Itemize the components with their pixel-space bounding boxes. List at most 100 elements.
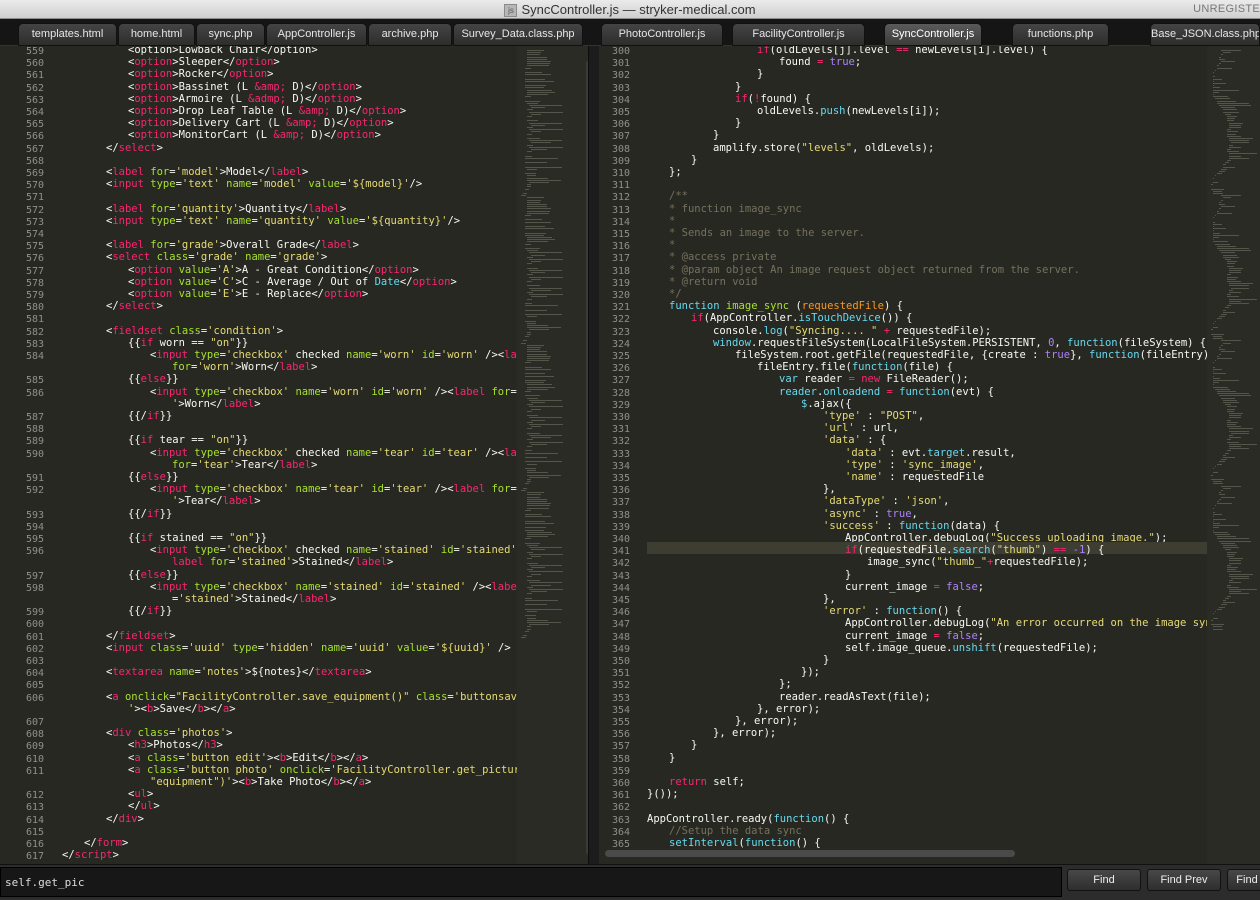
code-line[interactable]: <div class='photos'> (62, 727, 232, 739)
code-line[interactable]: } (647, 68, 763, 80)
code-line[interactable]: </fieldset> (62, 630, 176, 642)
code-line[interactable]: 'type' : "POST", (647, 410, 924, 422)
right-horizontal-scrollbar[interactable] (605, 850, 1015, 857)
right-editor-pane[interactable]: 300 301 302 303 304 305 306 307 308 309 310 311 312 3… (599, 46, 1260, 864)
code-line[interactable]: 'error' : function() { (647, 605, 962, 617)
code-line[interactable]: </select> (62, 142, 163, 154)
code-line[interactable]: <input type='text' name='model' value='$… (62, 178, 422, 190)
code-line[interactable]: <input type='checkbox' checked name='wor… (62, 349, 536, 361)
tab-home-html[interactable]: home.html (118, 23, 195, 46)
code-line[interactable]: //Setup the data sync (647, 825, 802, 837)
code-line[interactable]: <label for='quantity'>Quantity</label> (62, 203, 346, 215)
code-line[interactable]: <option>Lowback Chair</option> (62, 46, 318, 56)
code-line[interactable]: oldLevels.push(newLevels[i]); (647, 105, 940, 117)
tab-functions-php[interactable]: functions.php (1012, 23, 1109, 46)
code-line[interactable]: found = true; (647, 56, 861, 68)
code-line[interactable]: }, error); (647, 703, 820, 715)
code-line[interactable]: </form> (62, 837, 128, 849)
code-line[interactable]: for='worn'>Worn</label> (62, 361, 317, 373)
code-line[interactable]: } (647, 129, 719, 141)
code-line[interactable]: fileSystem.root.getFile(requestedFile, {… (647, 349, 1222, 361)
tab-base-json-class-php[interactable]: Base_JSON.class.php (1150, 23, 1260, 46)
code-line[interactable]: <a class='button photo' onclick='Facilit… (62, 764, 533, 776)
code-line[interactable]: } (647, 81, 741, 93)
code-line[interactable]: fileEntry.file(function(file) { (647, 361, 953, 373)
tab-survey-data-class-php[interactable]: Survey_Data.class.php (453, 23, 583, 46)
code-line[interactable]: {{if worn == "on"}} (62, 337, 248, 349)
code-line[interactable]: 'dataType' : 'json', (647, 495, 949, 507)
code-line[interactable]: } (647, 654, 829, 666)
code-line[interactable]: amplify.store("levels", oldLevels); (647, 142, 934, 154)
code-line[interactable]: <input type='checkbox' name='worn' id='w… (62, 386, 548, 398)
code-line[interactable]: /** (647, 190, 688, 202)
find-button[interactable]: Find (1067, 869, 1141, 891)
code-line[interactable]: window.requestFileSystem(LocalFileSystem… (647, 337, 1206, 349)
code-line[interactable]: image_sync("thumb_"+requestedFile); (647, 556, 1088, 568)
code-line[interactable]: var reader = new FileReader(); (647, 373, 969, 385)
code-line[interactable]: 'data' : { (647, 434, 886, 446)
pane-divider[interactable] (588, 46, 599, 864)
code-line[interactable]: } (647, 154, 697, 166)
tab-templates-html[interactable]: templates.html (18, 23, 117, 46)
code-line[interactable]: * @param object An image request object … (647, 264, 1080, 276)
code-line[interactable]: current_image = false; (647, 581, 984, 593)
code-line[interactable]: } (647, 739, 697, 751)
find-prev-button[interactable]: Find Prev (1147, 869, 1221, 891)
find-input[interactable] (0, 867, 1062, 897)
code-line[interactable]: {{else}} (62, 373, 179, 385)
code-line[interactable]: <select class='grade' name='grade'> (62, 251, 327, 263)
code-line[interactable]: <fieldset class='condition'> (62, 325, 283, 337)
code-line[interactable]: <input type='checkbox' name='tear' id='t… (62, 483, 548, 495)
code-line[interactable]: '>Worn</label> (62, 398, 261, 410)
code-line[interactable]: reader.readAsText(file); (647, 691, 931, 703)
left-minimap[interactable] (517, 46, 588, 864)
find-all-button[interactable]: Find (1227, 869, 1260, 891)
code-line[interactable]: {{if stained == "on"}} (62, 532, 267, 544)
code-line[interactable]: <input type='checkbox' name='stained' id… (62, 581, 548, 593)
left-editor-pane[interactable]: 559 560 561 562 563 564 565 566 567 568 569 570 571 5… (0, 46, 588, 864)
code-line[interactable]: } (647, 117, 741, 129)
code-line[interactable]: 'async' : true, (647, 508, 918, 520)
tab-archive-php[interactable]: archive.php (368, 23, 452, 46)
code-line[interactable]: }, (647, 483, 836, 495)
code-line[interactable]: reader.onloadend = function(evt) { (647, 386, 994, 398)
code-line[interactable]: 'type' : 'sync_image', (647, 459, 984, 471)
code-line[interactable]: <option>MonitorCart (L &amp; D)</option> (62, 129, 381, 141)
code-line[interactable]: }; (647, 166, 682, 178)
code-line[interactable]: for='tear'>Tear</label> (62, 459, 317, 471)
code-line[interactable]: console.log("Syncing.... " + requestedFi… (647, 325, 991, 337)
code-line[interactable]: setInterval(function() { (647, 837, 821, 849)
code-line[interactable]: 'data' : evt.target.result, (647, 447, 1016, 459)
code-line[interactable]: {{/if}} (62, 605, 172, 617)
code-line[interactable]: 'name' : requestedFile (647, 471, 984, 483)
code-line[interactable]: <ul> (62, 788, 153, 800)
code-line[interactable]: <input type='text' name='quantity' value… (62, 215, 460, 227)
code-line[interactable]: * function image_sync (647, 203, 802, 215)
tab-photocontroller-js[interactable]: PhotoController.js (601, 23, 723, 46)
code-line[interactable]: if(oldLevels[j].level == newLevels[i].le… (647, 46, 1048, 56)
code-line[interactable]: if(!found) { (647, 93, 811, 105)
code-line[interactable]: }); (647, 666, 820, 678)
tab-facilitycontroller-js[interactable]: FacilityController.js (732, 23, 865, 46)
code-line[interactable]: if(AppController.isTouchDevice()) { (647, 312, 912, 324)
code-line[interactable]: </ul> (62, 800, 160, 812)
code-line[interactable]: <a onclick="FacilityController.save_equi… (62, 691, 555, 703)
code-line[interactable]: <label for='grade'>Overall Grade</label> (62, 239, 359, 251)
tab-sync-php[interactable]: sync.php (196, 23, 265, 46)
tab-appcontroller-js[interactable]: AppController.js (266, 23, 367, 46)
code-line[interactable]: * Sends an image to the server. (647, 227, 865, 239)
code-line[interactable]: <option>Armoire (L &admp; D)</option> (62, 93, 362, 105)
code-line[interactable]: {{else}} (62, 471, 179, 483)
code-line[interactable]: <a class='button edit'><b>Edit</b></a> (62, 752, 368, 764)
code-line[interactable]: self.image_queue.unshift(requestedFile); (647, 642, 1098, 654)
code-line[interactable]: <option>Bassinet (L &amp; D)</option> (62, 81, 362, 93)
code-line[interactable]: <option>Rocker</option> (62, 68, 273, 80)
code-line[interactable]: {{/if}} (62, 410, 172, 422)
code-line[interactable]: </select> (62, 300, 163, 312)
code-line[interactable]: }, error); (647, 715, 798, 727)
code-line[interactable]: current_image = false; (647, 630, 984, 642)
code-line[interactable]: return self; (647, 776, 745, 788)
code-line[interactable]: <option>Drop Leaf Table (L &amp; D)</opt… (62, 105, 406, 117)
code-line[interactable]: <input class='uuid' type='hidden' name='… (62, 642, 511, 654)
code-line[interactable]: $.ajax({ (647, 398, 852, 410)
